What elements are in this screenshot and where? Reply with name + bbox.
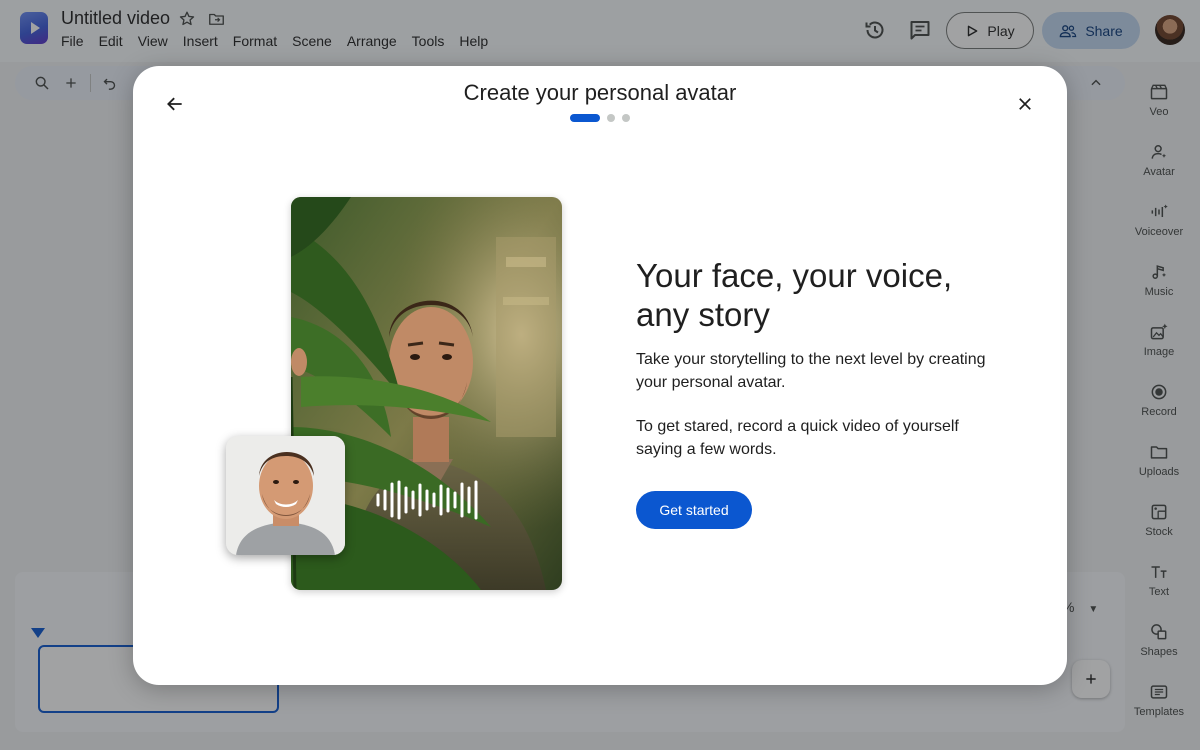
dialog-instructions: To get stared, record a quick video of y…	[636, 418, 959, 458]
selfie-thumbnail	[226, 436, 345, 555]
voice-waveform-icon	[376, 480, 478, 520]
avatar-onboarding-dialog: Create your personal avatar Your face, y…	[133, 66, 1067, 685]
dialog-headline: Your face, your voice, any story	[636, 257, 953, 333]
close-button[interactable]	[1011, 90, 1039, 118]
close-icon	[1019, 98, 1031, 110]
step-indicator	[570, 114, 630, 122]
dialog-description: Take your storytelling to the next level…	[636, 351, 986, 391]
step-dot-active	[570, 114, 600, 122]
step-dot	[622, 114, 630, 122]
step-dot	[607, 114, 615, 122]
dialog-title: Create your personal avatar	[463, 80, 737, 105]
get-started-button[interactable]: Get started	[636, 491, 752, 529]
